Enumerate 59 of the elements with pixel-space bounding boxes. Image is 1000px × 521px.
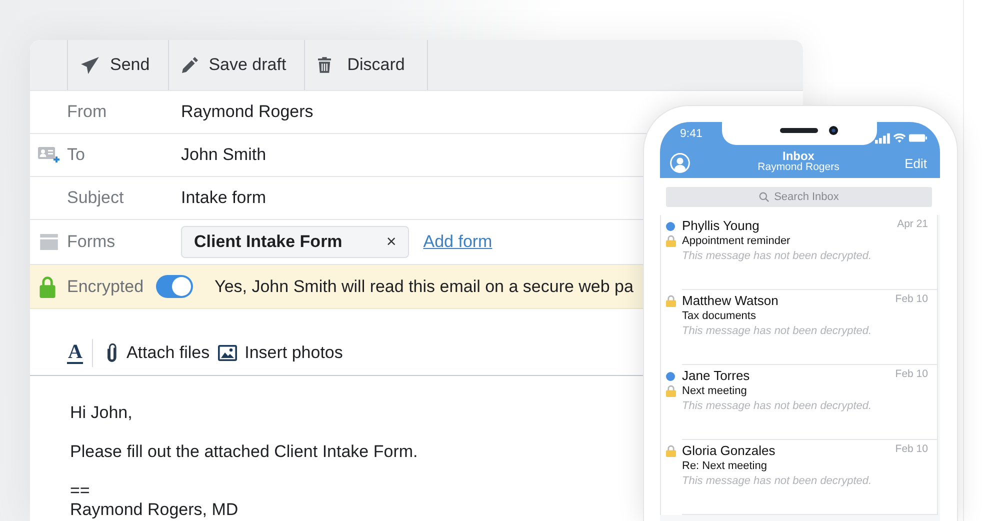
trash-icon [318,57,332,73]
message-preview: This message has not been decrypted. [682,399,872,414]
field-label: From [67,102,108,122]
message-subject: Next meeting [682,384,747,398]
message-date: Apr 21 [897,218,928,230]
form-chip-label: Client Intake Form [194,232,342,252]
field-label: To [67,145,86,165]
save-draft-button[interactable]: Save draft [168,40,304,90]
account-name: Raymond Rogers [758,162,840,173]
remove-form-button[interactable]: × [386,232,396,252]
sender-name: Phyllis Young [682,218,760,234]
lock-icon [666,235,676,247]
signal-icon [875,132,890,144]
inbox-title: Inbox [782,150,814,162]
sender-name: Jane Torres [682,368,750,384]
text-format-button[interactable]: A [67,342,84,364]
search-icon [759,192,770,202]
discard-button[interactable]: Discard [304,40,428,90]
avatar-icon[interactable] [670,153,690,173]
body-text: == [70,481,90,500]
encryption-notice: Yes, John Smith will read this email on a secure web pa [214,276,634,296]
insert-photos-button[interactable]: Insert photos [218,342,343,362]
field-label: Subject [67,188,125,208]
message-date: Feb 10 [895,368,928,380]
image-icon [218,344,237,360]
camera-lens-icon [829,126,838,135]
message-preview: This message has not been decrypted. [682,324,872,339]
contact-card-icon[interactable] [38,147,60,163]
forms-icon [40,234,58,250]
recipient-field[interactable]: John Smith [181,145,266,165]
field-label: Forms [67,232,116,252]
message-subject: Tax documents [682,309,756,323]
send-button[interactable]: Send [67,40,168,90]
message-date: Feb 10 [895,443,928,455]
speaker-icon [780,128,818,133]
encryption-label: Encrypted [67,276,144,296]
message-subject: Appointment reminder [682,234,790,248]
body-text: Raymond Rogers, MD [70,500,238,519]
message-date: Feb 10 [895,293,928,305]
message-subject: Re: Next meeting [682,459,767,473]
encryption-toggle[interactable] [156,275,193,298]
attach-files-button[interactable]: Attach files [106,342,210,362]
lock-icon [666,385,676,397]
message-preview: This message has not been decrypted. [682,249,872,264]
sender-name: Matthew Watson [682,293,778,309]
pencil-icon [182,57,198,73]
lock-icon [39,276,56,298]
subject-field[interactable]: Intake form [181,188,266,208]
paperclip-icon [106,342,118,362]
status-time: 9:41 [680,128,702,140]
sender-name: Gloria Gonzales [682,443,776,459]
body-text: Please fill out the attached Client Intake Form. [70,442,418,461]
body-text: Hi John, [70,403,132,422]
battery-icon [909,134,927,142]
add-form-link[interactable]: Add form [423,232,492,252]
paper-plane-icon [81,56,99,74]
message-preview: This message has not been decrypted. [682,474,872,489]
sender-field[interactable]: Raymond Rogers [181,102,314,122]
wifi-icon [893,133,906,143]
